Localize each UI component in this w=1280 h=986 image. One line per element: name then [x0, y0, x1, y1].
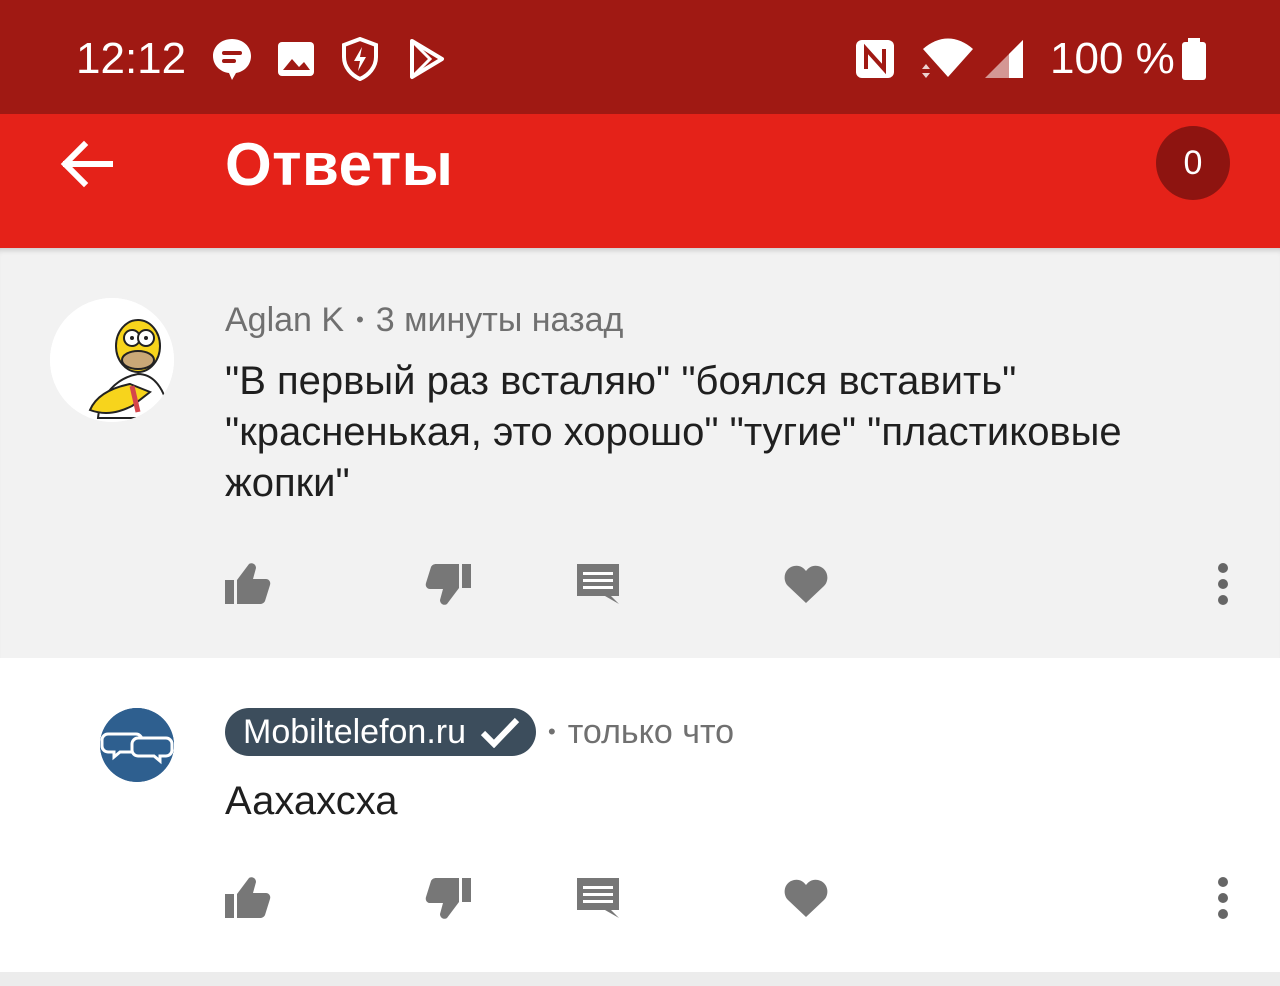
more-options-button[interactable] [1193, 868, 1253, 928]
comment-meta: Aglan K • 3 минуты назад [225, 300, 623, 340]
play-store-icon [404, 34, 448, 84]
author-name[interactable]: Aglan K [225, 300, 344, 340]
comment-text: Аахахсха [225, 779, 398, 823]
chat-bubble-icon [210, 34, 254, 84]
thumb-up-icon [225, 877, 271, 918]
nfc-icon [853, 34, 897, 84]
status-time: 12:12 [76, 34, 187, 83]
comment-time: 3 минуты назад [375, 301, 624, 339]
reply-button[interactable] [568, 868, 628, 928]
signal-icon [982, 34, 1026, 84]
heart-button[interactable] [776, 554, 836, 614]
reply-button[interactable] [568, 554, 628, 614]
battery-percent: 100 % [1050, 34, 1175, 83]
comment-actions [0, 868, 1280, 928]
page-title: Ответы [225, 131, 454, 198]
thumb-down-icon [425, 878, 471, 919]
comment-icon [577, 564, 619, 604]
count-badge[interactable]: 0 [1156, 126, 1230, 200]
thumb-up-icon [225, 563, 271, 604]
battery-icon [1172, 34, 1216, 84]
more-vert-icon [1218, 877, 1228, 919]
homer-avatar-icon [50, 298, 174, 422]
more-options-button[interactable] [1193, 554, 1253, 614]
dislike-button[interactable] [418, 868, 478, 928]
heart-icon [784, 565, 828, 603]
author-name: Mobiltelefon.ru [243, 713, 467, 751]
comment-text: "В первый раз всталяю" "боялся вставить"… [225, 359, 1122, 505]
verified-check-icon [480, 716, 520, 748]
separator-dot: • [548, 719, 556, 744]
heart-icon [784, 879, 828, 917]
shield-bolt-icon [338, 34, 382, 84]
image-icon [274, 34, 318, 84]
dislike-button[interactable] [418, 554, 478, 614]
arrow-back-icon [60, 140, 113, 188]
chat-bubbles-avatar-icon [100, 708, 174, 782]
like-button[interactable] [218, 868, 278, 928]
comment-item: Mobiltelefon.ru • только что Аахахсха [0, 658, 1280, 972]
comment-item: Aglan K • 3 минуты назад "В первый раз в… [0, 248, 1280, 658]
app-bar: Ответы 0 [0, 114, 1280, 248]
author-avatar[interactable] [50, 298, 174, 422]
wifi-icon [918, 34, 978, 84]
thumb-down-icon [425, 564, 471, 605]
back-button[interactable] [50, 134, 122, 194]
verified-channel-chip[interactable]: Mobiltelefon.ru [225, 708, 537, 756]
comment-icon [577, 878, 619, 918]
separator-dot: • [356, 307, 364, 332]
more-vert-icon [1218, 563, 1228, 605]
comment-time: только что [567, 713, 735, 751]
like-button[interactable] [218, 554, 278, 614]
author-avatar[interactable] [100, 708, 174, 782]
status-bar: 12:12 100 % [0, 0, 1280, 114]
list-divider [0, 972, 1280, 986]
heart-button[interactable] [776, 868, 836, 928]
comment-meta: Mobiltelefon.ru • только что [225, 708, 734, 756]
comment-actions [0, 554, 1280, 614]
